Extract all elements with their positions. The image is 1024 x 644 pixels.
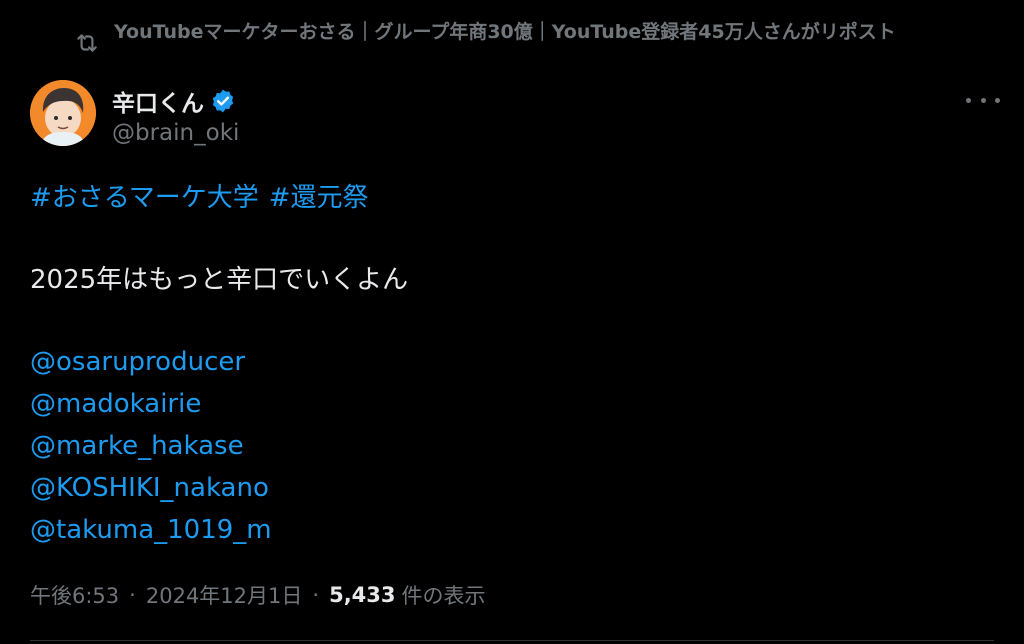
hashtag-link[interactable]: #還元祭 [269, 183, 369, 213]
author-name-row[interactable]: 辛口くん [112, 84, 236, 118]
post-body: #おさるマーケ大学 #還元祭 2025年はもっと辛口でいくよん @osarupro… [30, 177, 990, 551]
more-options-icon[interactable] [966, 88, 1000, 112]
dot [995, 97, 1000, 103]
hashtag-line: #おさるマーケ大学 #還元祭 [30, 177, 990, 219]
views-label: 件の表示 [401, 584, 486, 608]
hashtag-link[interactable]: #おさるマーケ大学 [30, 183, 259, 213]
author-display-name[interactable]: 辛口くん [112, 84, 204, 118]
dot [980, 97, 986, 103]
post-text: 2025年はもっと辛口でいくよん [30, 265, 409, 295]
repost-icon [74, 30, 100, 56]
separator-dot: · [129, 583, 136, 607]
views-count[interactable]: 5,433 [329, 583, 395, 607]
mention-link[interactable]: @osaruproducer [30, 341, 990, 383]
post-meta: 午後6:53 · 2024年12月1日 · 5,433 件の表示 [30, 580, 486, 610]
author-handle[interactable]: @brain_oki [112, 120, 239, 146]
mention-link[interactable]: @marke_hakase [30, 425, 990, 467]
separator-dot: · [312, 583, 320, 607]
repost-label: YouTubeマーケターおさる｜グループ年商30億｜YouTube登録者45万人… [114, 21, 896, 43]
mention-link[interactable]: @KOSHIKI_nakano [30, 467, 990, 509]
repost-context[interactable]: YouTubeマーケターおさる｜グループ年商30億｜YouTube登録者45万人… [74, 20, 994, 56]
verified-badge-icon [212, 89, 234, 113]
divider [30, 640, 994, 641]
dot [966, 97, 971, 103]
mention-list: @osaruproducer @madokairie @marke_hakase… [30, 341, 990, 551]
mention-link[interactable]: @madokairie [30, 383, 990, 425]
post-header: 辛口くん @brain_oki [30, 80, 1000, 150]
avatar[interactable] [30, 80, 96, 146]
post-date[interactable]: 2024年12月1日 [146, 580, 303, 610]
mention-link[interactable]: @takuma_1019_m [30, 509, 990, 551]
post-time[interactable]: 午後6:53 [30, 580, 119, 610]
